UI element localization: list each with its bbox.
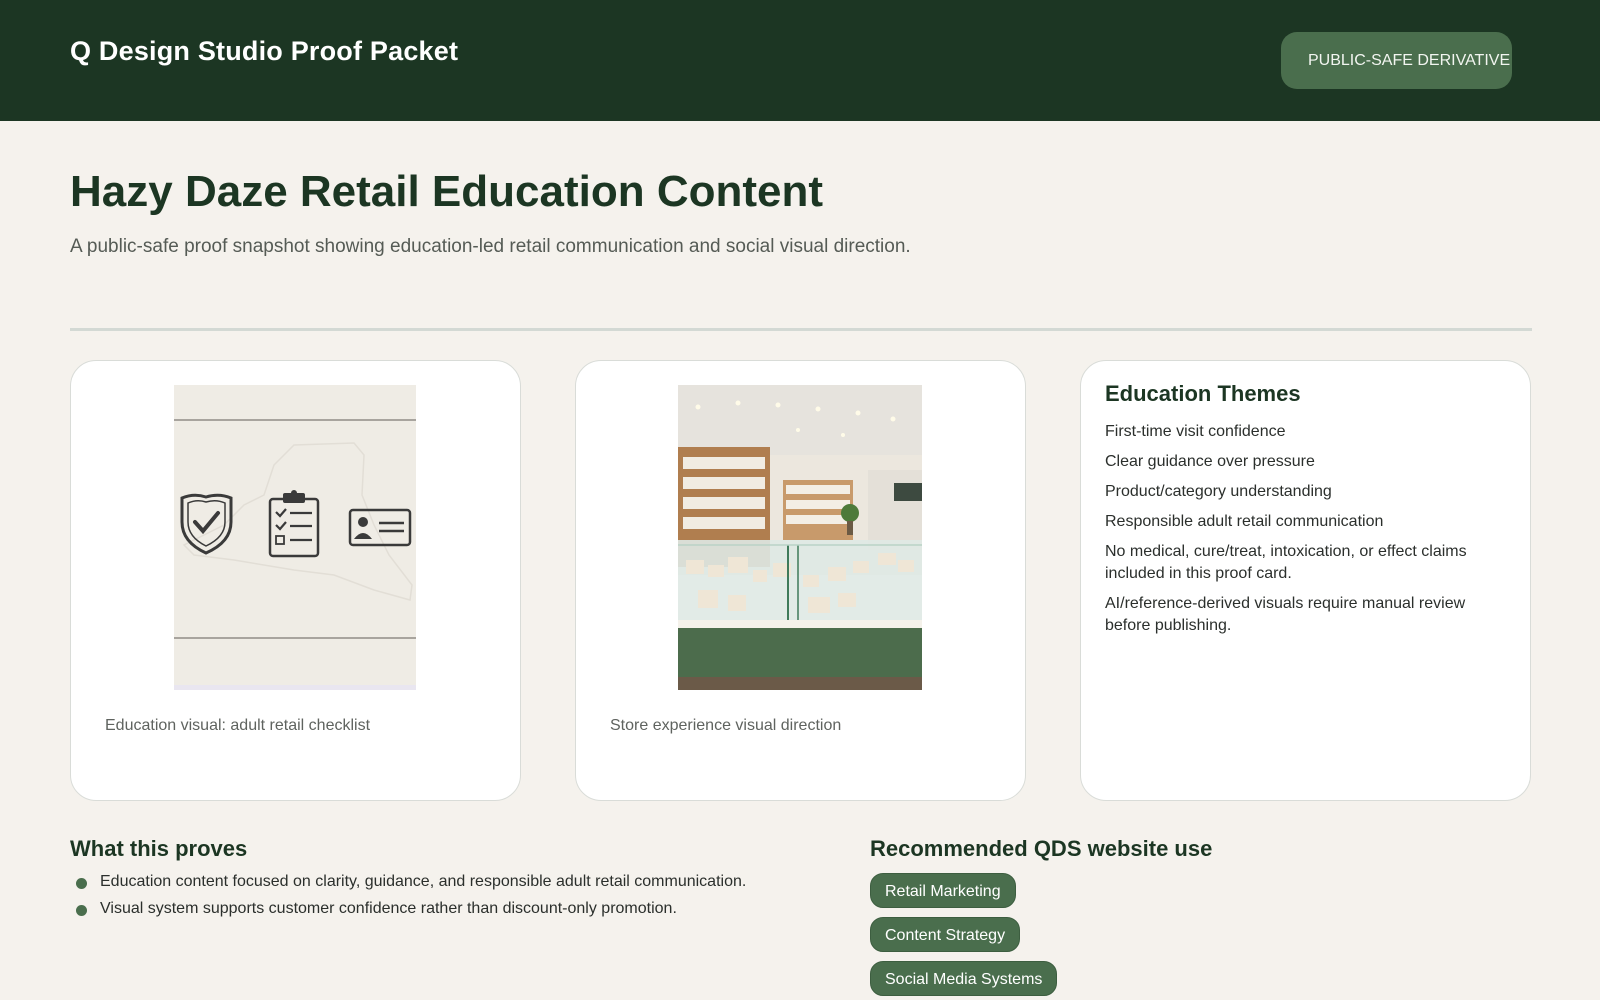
page-subtitle: A public-safe proof snapshot showing edu… [70, 236, 911, 257]
section-divider [70, 328, 1532, 331]
proves-title: What this proves [70, 836, 248, 861]
list-item: Education content focused on clarity, gu… [76, 872, 836, 891]
store-interior-image [678, 385, 922, 690]
brand-title: Q Design Studio Proof Packet [70, 36, 459, 66]
list-item: Visual system supports customer confiden… [76, 899, 836, 918]
tag-content-strategy[interactable]: Content Strategy [870, 917, 1021, 952]
education-themes-card: Education Themes First-time visit confid… [1080, 360, 1531, 801]
page-title: Hazy Daze Retail Education Content [70, 167, 824, 216]
tag-retail-marketing[interactable]: Retail Marketing [870, 873, 1016, 908]
list-item: Product/category understanding [1105, 483, 1332, 500]
list-item-text: Visual system supports customer confiden… [100, 900, 677, 917]
themes-title: Education Themes [1105, 381, 1301, 406]
bullet-dot-icon [76, 878, 87, 889]
list-item: AI/reference-derived visuals require man… [1105, 595, 1466, 634]
card-caption: Store experience visual direction [610, 717, 842, 734]
list-item: No medical, cure/treat, intoxication, or… [1105, 543, 1467, 582]
tag-social-media-systems[interactable]: Social Media Systems [870, 961, 1058, 996]
website-use-tags: Retail Marketing Content Strategy Social… [870, 873, 1058, 1000]
status-badge: PUBLIC-SAFE DERIVATIVE [1281, 32, 1512, 89]
bullet-dot-icon [76, 905, 87, 916]
website-use-title: Recommended QDS website use [870, 836, 1213, 861]
store-visual-card: Store experience visual direction [575, 360, 1026, 801]
card-caption: Education visual: adult retail checklist [105, 717, 371, 734]
list-item: Responsible adult retail communication [1105, 513, 1384, 530]
themes-list: First-time visit confidence Clear guidan… [1105, 421, 1505, 645]
store-illustration [678, 385, 922, 690]
education-visual-card: Education visual: adult retail checklist [70, 360, 521, 801]
proves-list: Education content focused on clarity, gu… [76, 872, 836, 926]
education-checklist-image [174, 385, 416, 690]
list-item-text: Education content focused on clarity, gu… [100, 873, 747, 890]
list-item: Clear guidance over pressure [1105, 453, 1315, 470]
education-illustration [174, 385, 416, 690]
top-header: Q Design Studio Proof Packet PUBLIC-SAFE… [0, 0, 1600, 121]
list-item: First-time visit confidence [1105, 423, 1286, 440]
